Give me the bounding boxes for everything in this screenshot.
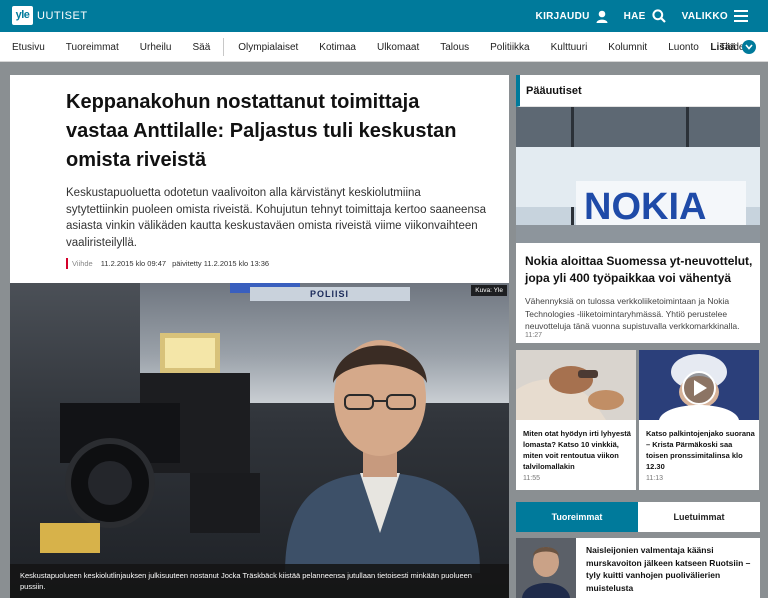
- logo-text: UUTISET: [37, 9, 88, 22]
- menu-button[interactable]: VALIKKO: [682, 10, 748, 22]
- article-category[interactable]: Viihde: [72, 259, 93, 268]
- nav-item-politiikka[interactable]: Politiikka: [490, 42, 529, 53]
- top-actions: KIRJAUDU HAE VALIKKO: [536, 0, 748, 32]
- small-story-card[interactable]: Miten otat hyödyn irti lyhyestä lomasta?…: [516, 420, 636, 490]
- nav-items: Etusivu Tuoreimmat Urheilu Sää Olympiala…: [12, 32, 765, 62]
- search-label: HAE: [623, 10, 646, 22]
- nav-item-luonto[interactable]: Luonto: [668, 42, 699, 53]
- nav-item-tuoreimmat[interactable]: Tuoreimmat: [66, 42, 119, 53]
- top-story-title[interactable]: Nokia aloittaa Suomessa yt-neuvottelut, …: [525, 253, 757, 287]
- top-bar: yle UUTISET KIRJAUDU HAE VALIKKO: [0, 0, 768, 32]
- nav-item-kotimaa[interactable]: Kotimaa: [319, 42, 356, 53]
- ski-athlete-image[interactable]: [639, 350, 759, 420]
- nav-item-ulkomaat[interactable]: Ulkomaat: [377, 42, 419, 53]
- article-headline: Keppanakohun nostattanut toimittaja vast…: [66, 91, 457, 171]
- yle-logo-badge: yle: [12, 6, 33, 25]
- nav-item-olympialaiset[interactable]: Olympialaiset: [238, 42, 298, 53]
- person-illustration: [285, 340, 480, 573]
- search-button[interactable]: HAE: [624, 9, 666, 23]
- nokia-sign: NOKIA: [584, 186, 706, 228]
- nokia-store-image[interactable]: NOKIA: [516, 107, 760, 243]
- top-story-time: 11:27: [525, 332, 542, 339]
- published-time: 11.2.2015 klo 09:47: [100, 258, 167, 268]
- login-button[interactable]: KIRJAUDU: [536, 10, 608, 23]
- latest-story-title[interactable]: Naisleijonien valmentaja käänsi murskavo…: [586, 544, 758, 594]
- tab-tuoreimmat[interactable]: Tuoreimmat: [516, 502, 638, 532]
- tab-luetuimmat[interactable]: Luetuimmat: [638, 502, 760, 532]
- top-story-lead: Vähennyksiä on tulossa verkkoliiketoimin…: [525, 296, 740, 331]
- nav-divider: [223, 38, 225, 56]
- article-header: Keppanakohun nostattanut toimittaja vast…: [10, 75, 509, 283]
- image-caption: Keskustapuolueen keskiolutlinjauksen jul…: [10, 564, 509, 598]
- nav-item-urheilu[interactable]: Urheilu: [140, 42, 172, 53]
- nav-item-talous[interactable]: Talous: [440, 42, 469, 53]
- small-story-title[interactable]: Miten otat hyödyn irti lyhyestä lomasta?…: [523, 428, 633, 472]
- article-hero-image[interactable]: POLIISI Kuva: Yle Keskustapuolueen keski…: [10, 283, 509, 598]
- image-credit: Kuva: Yle: [471, 285, 507, 296]
- top-story-card[interactable]: Nokia aloittaa Suomessa yt-neuvottelut, …: [516, 243, 760, 343]
- police-car-text: POLIISI: [250, 287, 410, 301]
- main-nav: Etusivu Tuoreimmat Urheilu Sää Olympiala…: [0, 32, 768, 62]
- small-story-title[interactable]: Katso palkintojenjako suorana – Krista P…: [646, 428, 756, 472]
- small-story-time: 11:13: [646, 475, 663, 482]
- nav-more-label: Lisää: [710, 41, 736, 53]
- article-lead: Keskustapuoluetta odotetun vaalivoiton a…: [66, 187, 486, 249]
- main-news-header: Pääuutiset: [516, 75, 760, 107]
- search-icon: [652, 9, 666, 23]
- hamburger-icon: [734, 10, 748, 22]
- updated-time: päivitetty 11.2.2015 klo 13:36: [172, 258, 270, 268]
- login-label: KIRJAUDU: [535, 10, 590, 22]
- category-marker: [66, 257, 68, 269]
- tv-camera-illustration: [40, 333, 260, 553]
- small-story-time: 11:55: [523, 475, 540, 482]
- latest-story-thumbnail: [516, 538, 576, 598]
- nav-item-kolumnit[interactable]: Kolumnit: [608, 42, 647, 53]
- yle-uutiset-logo[interactable]: yle UUTISET: [12, 6, 88, 25]
- nav-item-kulttuuri[interactable]: Kulttuuri: [551, 42, 588, 53]
- menu-label: VALIKKO: [681, 10, 728, 22]
- latest-story[interactable]: Naisleijonien valmentaja käänsi murskavo…: [516, 538, 760, 598]
- vacation-image[interactable]: [516, 350, 636, 420]
- chevron-down-icon: [742, 40, 756, 54]
- article-meta: Viihde 11.2.2015 klo 09:47 päivitetty 11…: [66, 257, 269, 269]
- nav-item-etusivu[interactable]: Etusivu: [12, 42, 45, 53]
- nav-more-button[interactable]: Lisää: [710, 32, 756, 62]
- news-tabs: Tuoreimmat Luetuimmat: [516, 502, 760, 532]
- user-icon: [596, 10, 608, 23]
- small-story-card[interactable]: Katso palkintojenjako suorana – Krista P…: [639, 420, 759, 490]
- nav-item-saa[interactable]: Sää: [192, 42, 210, 53]
